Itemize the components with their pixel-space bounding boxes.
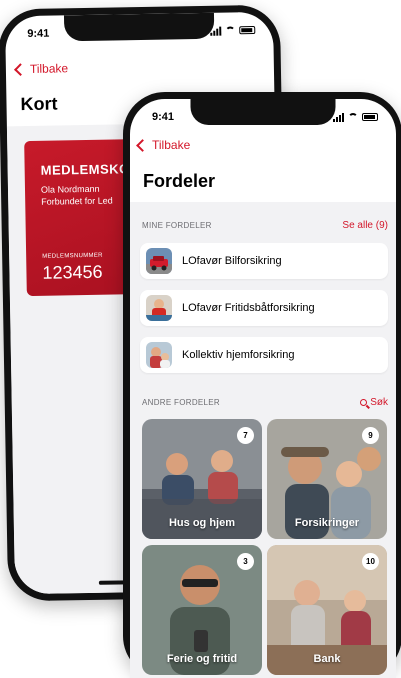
- status-icons: [333, 112, 378, 122]
- page-title: Fordeler: [143, 171, 216, 191]
- list-item[interactable]: Kollektiv hjemforsikring: [140, 337, 388, 373]
- front-phone-screen: 9:41 Tilbake Fordeler MINE FORDELER Se a…: [130, 99, 396, 678]
- front-phone: 9:41 Tilbake Fordeler MINE FORDELER Se a…: [123, 92, 401, 678]
- mine-fordeler-header: MINE FORDELER Se alle (9): [142, 220, 388, 231]
- search-icon: [360, 399, 368, 406]
- card-member-name: Ola Nordmann: [40, 183, 100, 195]
- list-item-label: Kollektiv hjemforsikring: [182, 349, 295, 361]
- tile-label: Hus og hjem: [168, 517, 235, 529]
- category-tile-forsikringer[interactable]: 9 Forsikringer: [267, 419, 387, 539]
- card-number: 123456: [42, 261, 103, 283]
- wifi-icon: [348, 113, 358, 121]
- boat-photo-icon: [146, 295, 172, 321]
- signal-icon: [333, 112, 344, 122]
- search-link[interactable]: Søk: [360, 397, 388, 408]
- andre-fordeler-header: ANDRE FORDELER Søk: [142, 397, 388, 408]
- count-badge: 3: [237, 553, 254, 570]
- card-organization: Forbundet for Led: [41, 195, 113, 207]
- page-title: Kort: [20, 93, 58, 115]
- back-label: Tilbake: [152, 138, 191, 152]
- list-item-label: LOfavør Fritidsbåtforsikring: [182, 302, 315, 314]
- battery-icon: [239, 26, 256, 35]
- see-all-link[interactable]: Se alle (9): [342, 220, 388, 231]
- status-time: 9:41: [27, 27, 50, 40]
- wifi-icon: [225, 26, 236, 35]
- section-title: ANDRE FORDELER: [142, 398, 220, 407]
- list-item[interactable]: LOfavør Bilforsikring: [140, 243, 388, 279]
- list-item[interactable]: LOfavør Fritidsbåtforsikring: [140, 290, 388, 326]
- back-button[interactable]: Tilbake: [14, 61, 69, 76]
- list-item-label: LOfavør Bilforsikring: [182, 255, 282, 267]
- card-number-label: MEDLEMSNUMMER: [42, 252, 103, 260]
- home-photo-icon: [146, 342, 172, 368]
- category-tile-ferie-og-fritid[interactable]: 3 Ferie og fritid: [142, 545, 262, 675]
- count-badge: 9: [362, 427, 379, 444]
- category-tile-hus-og-hjem[interactable]: 7 Hus og hjem: [142, 419, 262, 539]
- battery-icon: [362, 113, 378, 121]
- status-time: 9:41: [152, 111, 175, 123]
- notch: [190, 99, 336, 125]
- count-badge: 7: [237, 427, 254, 444]
- tile-label: Bank: [313, 653, 341, 665]
- card-title: MEDLEMSKO: [40, 161, 130, 178]
- chevron-left-icon: [136, 138, 149, 152]
- count-badge: 10: [362, 553, 379, 570]
- back-button[interactable]: Tilbake: [136, 138, 191, 152]
- notch: [63, 12, 215, 42]
- search-label: Søk: [370, 397, 388, 408]
- tile-label: Forsikringer: [294, 517, 360, 529]
- section-title: MINE FORDELER: [142, 221, 212, 230]
- status-icons: [210, 26, 256, 36]
- car-photo-icon: [146, 248, 172, 274]
- category-tile-bank[interactable]: 10 Bank: [267, 545, 387, 675]
- back-label: Tilbake: [29, 61, 69, 76]
- chevron-left-icon: [14, 62, 27, 76]
- tile-label: Ferie og fritid: [166, 653, 238, 665]
